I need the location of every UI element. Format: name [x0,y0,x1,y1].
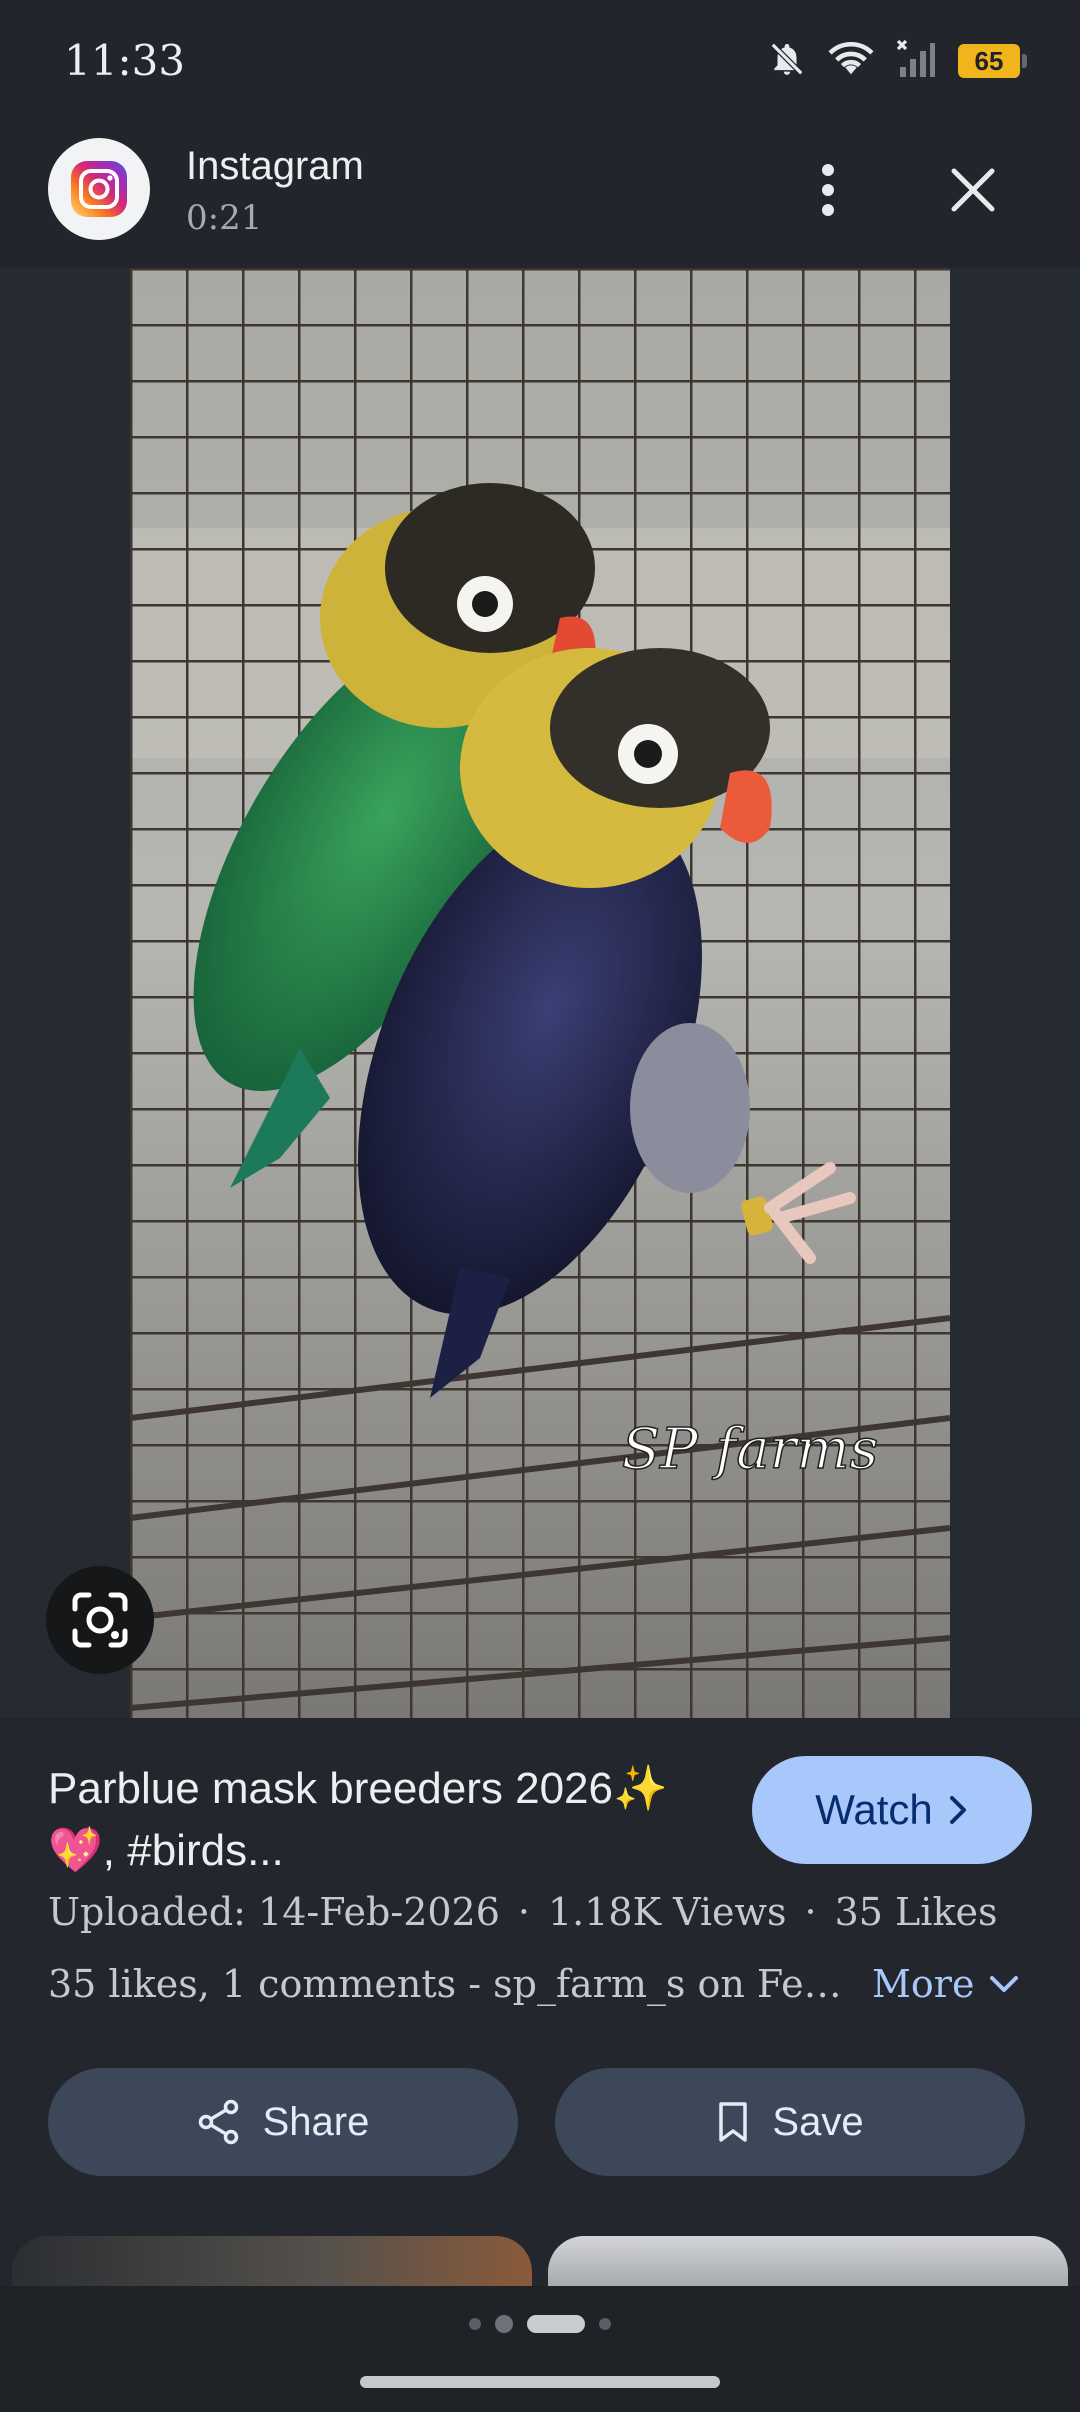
page-dot [599,2318,611,2330]
video-preview[interactable]: SP farms [130,268,950,1718]
status-icons: 65 [768,38,1027,84]
like-count: 35 Likes [834,1890,998,1934]
more-options-button[interactable] [800,155,856,225]
related-thumbnail[interactable] [12,2236,532,2286]
watch-button[interactable]: Watch [752,1756,1032,1864]
info-panel: Parblue mask breeders 2026✨💖, #birds... … [0,1718,1080,2238]
page-dot [495,2315,513,2333]
save-button[interactable]: Save [555,2068,1025,2176]
video-meta: Uploaded: 14-Feb-2026 · 1.18K Views · 35… [48,1890,997,1934]
app-name: Instagram [186,144,364,188]
watermark-text: SP farms [622,1417,879,1482]
page-indicator [0,2314,1080,2334]
related-thumbnail[interactable] [548,2236,1068,2286]
video-description: 35 likes, 1 comments - sp_farm_s on Febr… [48,1962,848,2006]
signal-icon [896,39,936,84]
video-duration: 0:21 [186,198,263,238]
more-button[interactable]: More [872,1962,1020,2006]
battery-icon: 65 [958,44,1027,78]
video-title[interactable]: Parblue mask breeders 2026✨💖, #birds... [48,1758,728,1882]
instagram-logo[interactable] [48,138,150,240]
media-area: SP farms [0,268,1080,1718]
page-dot [469,2318,481,2330]
meta-separator: · [517,1890,530,1934]
view-count: 1.18K Views [548,1890,787,1934]
source-header: Instagram 0:21 [0,130,1080,268]
close-icon [951,168,995,212]
wifi-icon [828,40,874,83]
share-icon [198,2099,238,2145]
share-button[interactable]: Share [48,2068,518,2176]
status-time: 11:33 [64,36,186,85]
meta-separator: · [804,1890,817,1934]
share-label: Share [262,2099,370,2144]
more-label: More [872,1962,975,2006]
chevron-down-icon [990,1976,1019,1992]
gesture-nav-bar[interactable] [360,2376,720,2388]
mute-bell-icon [768,40,806,83]
related-results [0,2236,1080,2286]
status-bar: 11:33 65 [0,0,1080,130]
upload-date: Uploaded: 14-Feb-2026 [48,1890,500,1934]
chevron-right-icon [949,1796,966,1824]
more-vert-icon [822,164,834,216]
save-label: Save [772,2099,864,2144]
bookmark-icon [719,2102,748,2142]
lens-search-button[interactable] [46,1566,154,1674]
watch-label: Watch [815,1786,933,1833]
close-button[interactable] [938,155,1008,225]
lovebirds-image: SP farms [130,268,950,1718]
page-dot-active [527,2315,585,2333]
lens-icon [72,1592,128,1648]
